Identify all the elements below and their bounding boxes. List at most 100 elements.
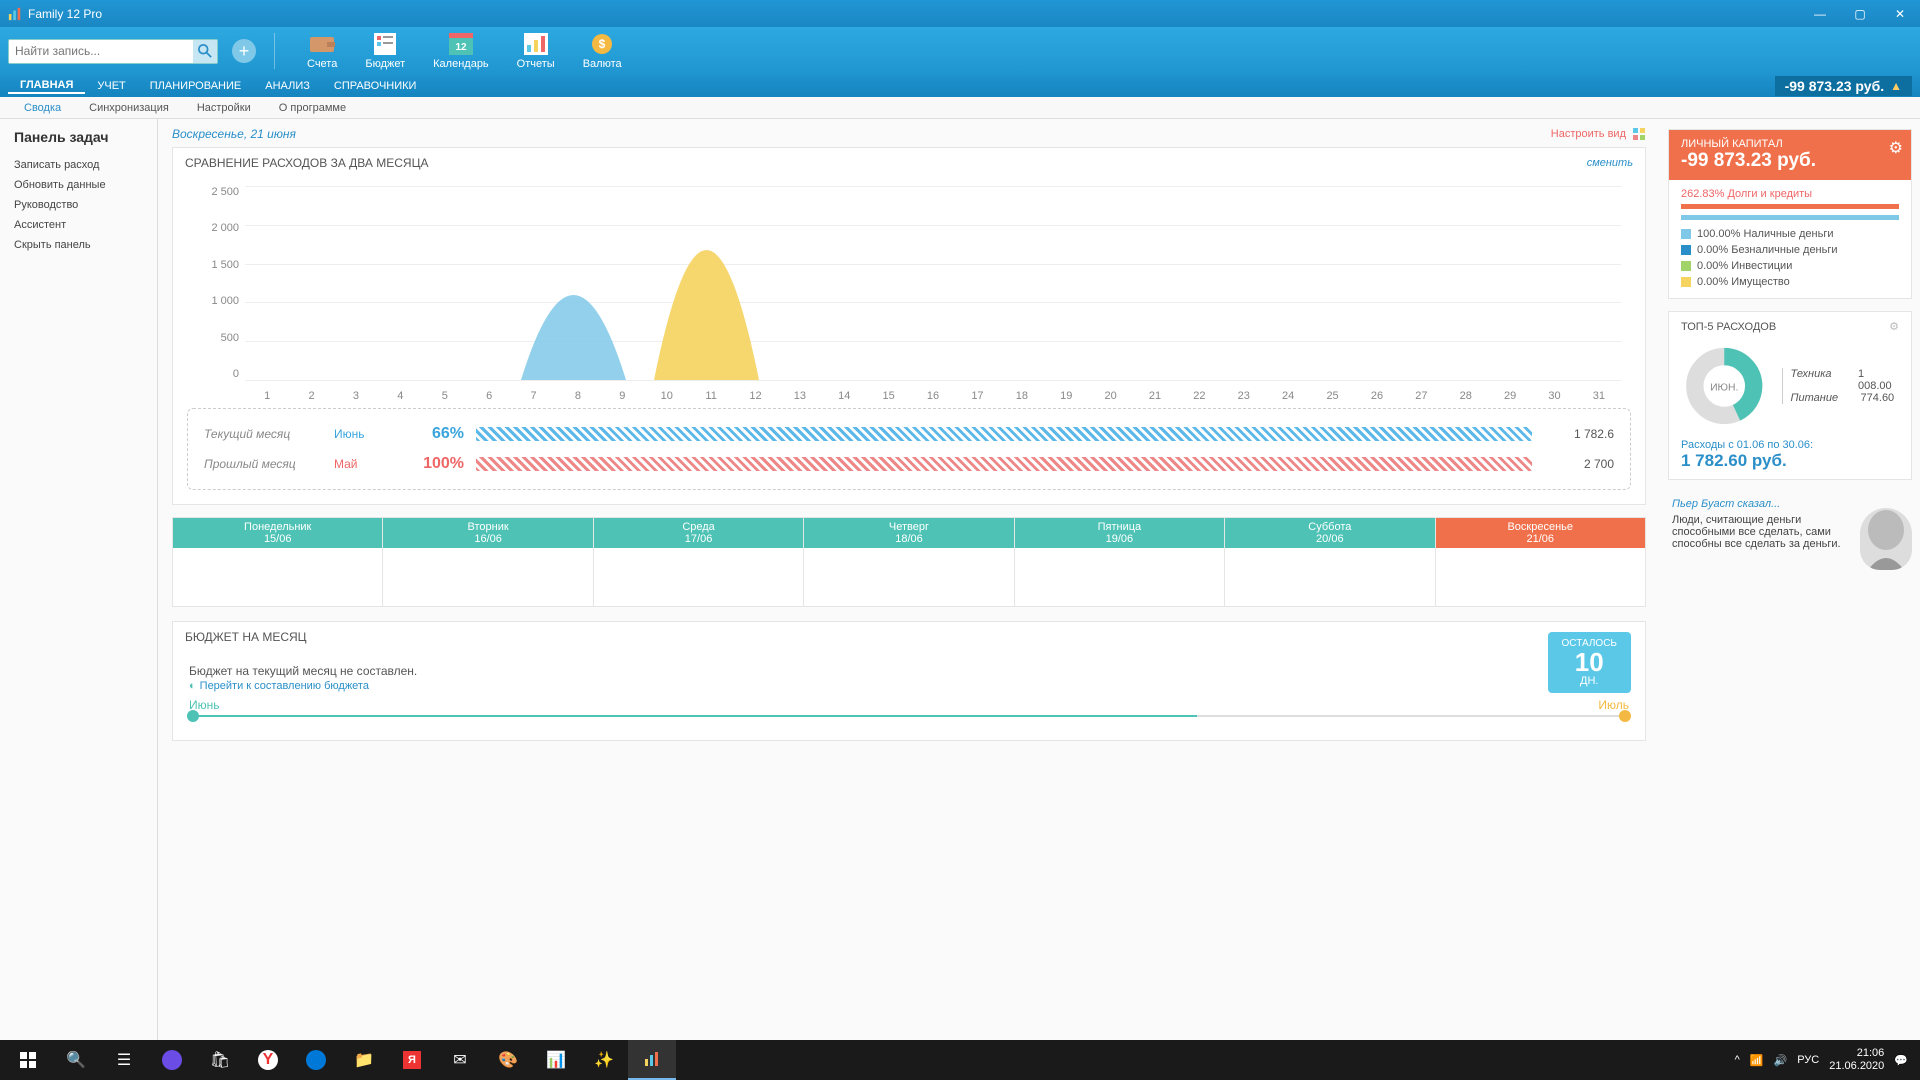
date-header: Воскресенье, 21 июня <box>172 127 1646 141</box>
tool-calendar[interactable]: 12Календарь <box>433 32 489 70</box>
volume-icon[interactable]: 🔊 <box>1774 1054 1788 1067</box>
days-remaining: ОСТАЛОСЬ 10 ДН. <box>1548 632 1631 693</box>
panel-title: СРАВНЕНИЕ РАСХОДОВ ЗА ДВА МЕСЯЦА <box>185 156 428 170</box>
task-refresh[interactable]: Обновить данные <box>14 175 143 195</box>
tray-lang[interactable]: РУС <box>1797 1054 1819 1066</box>
day-cell[interactable]: Пятница19/06 <box>1015 518 1225 606</box>
capital-card: ЛИЧНЫЙ КАПИТАЛ -99 873.23 руб. ⚙ 262.83%… <box>1668 129 1912 299</box>
toolbar: + Счета Бюджет 12Календарь Отчеты $Валют… <box>0 27 1920 75</box>
chart-series-june <box>521 260 626 380</box>
budget-icon <box>371 32 399 56</box>
donut-chart: ИЮН. <box>1681 341 1768 431</box>
submenu-summary[interactable]: Сводка <box>10 102 75 114</box>
yandex-icon[interactable]: Y <box>244 1040 292 1080</box>
sub-menu: Сводка Синхронизация Настройки О програм… <box>0 97 1920 119</box>
chart: 2 5002 0001 5001 0005000 123456789101112… <box>173 178 1645 408</box>
expenses-compare-panel: СРАВНЕНИЕ РАСХОДОВ ЗА ДВА МЕСЯЦАсменить … <box>172 147 1646 505</box>
quote-card: Пьер Буаст сказал... Люди, считающие ден… <box>1668 492 1912 556</box>
day-cell[interactable]: Воскресенье21/06 <box>1436 518 1645 606</box>
task-panel-title: Панель задач <box>14 129 143 145</box>
maximize-button[interactable]: ▢ <box>1840 0 1880 27</box>
search-taskbar[interactable]: 🔍 <box>52 1040 100 1080</box>
svg-text:$: $ <box>599 37 606 51</box>
budget-title: БЮДЖЕТ НА МЕСЯЦ <box>185 630 307 644</box>
top5-card: ТОП-5 РАСХОДОВ⚙ ИЮН. Техника1 008.00Пита… <box>1668 311 1912 480</box>
warning-icon: ▲ <box>1890 79 1902 93</box>
month-progress: Июнь Июль <box>189 704 1629 728</box>
app-star[interactable]: ✨ <box>580 1040 628 1080</box>
task-hide-panel[interactable]: Скрыть панель <box>14 235 143 255</box>
change-link[interactable]: сменить <box>1587 157 1633 169</box>
explorer-icon[interactable]: 📁 <box>340 1040 388 1080</box>
budget-create-link[interactable]: ◐Перейти к составлению бюджета <box>189 680 1629 692</box>
submenu-sync[interactable]: Синхронизация <box>75 102 183 114</box>
menu-references[interactable]: СПРАВОЧНИКИ <box>322 80 429 92</box>
tray-chevron-icon[interactable]: ^ <box>1735 1054 1740 1066</box>
close-button[interactable]: ✕ <box>1880 0 1920 27</box>
currency-icon: $ <box>588 32 616 56</box>
tray-clock[interactable]: 21:0621.06.2020 <box>1829 1047 1884 1073</box>
app-logo-icon <box>8 7 22 21</box>
config-icon <box>1632 127 1646 141</box>
windows-taskbar: 🔍 ☰ 🛍 Y 📁 Я ✉ 🎨 📊 ✨ ^ 📶 🔊 РУС 21:0621.06… <box>0 1040 1920 1080</box>
day-cell[interactable]: Вторник16/06 <box>383 518 593 606</box>
gear-icon[interactable]: ⚙ <box>1889 138 1903 158</box>
task-assistant[interactable]: Ассистент <box>14 215 143 235</box>
day-cell[interactable]: Среда17/06 <box>594 518 804 606</box>
day-cell[interactable]: Суббота20/06 <box>1225 518 1435 606</box>
wifi-icon[interactable]: 📶 <box>1750 1054 1764 1067</box>
top-balance: -99 873.23 руб.▲ <box>1775 76 1912 96</box>
tool-accounts[interactable]: Счета <box>307 32 337 70</box>
notifications-icon[interactable]: 💬 <box>1894 1054 1908 1067</box>
minimize-button[interactable]: — <box>1800 0 1840 27</box>
reports-icon <box>522 32 550 56</box>
menu-analysis[interactable]: АНАЛИЗ <box>253 80 322 92</box>
add-button[interactable]: + <box>232 39 256 63</box>
menu-planning[interactable]: ПЛАНИРОВАНИЕ <box>138 80 253 92</box>
store-icon[interactable]: 🛍 <box>196 1040 244 1080</box>
task-panel: Панель задач Записать расход Обновить да… <box>0 119 158 1055</box>
app-1[interactable] <box>148 1040 196 1080</box>
submenu-settings[interactable]: Настройки <box>183 102 265 114</box>
menu-accounting[interactable]: УЧЕТ <box>85 80 137 92</box>
budget-panel: БЮДЖЕТ НА МЕСЯЦ ОСТАЛОСЬ 10 ДН. Бюджет н… <box>172 621 1646 741</box>
task-guide[interactable]: Руководство <box>14 195 143 215</box>
main-area: Воскресенье, 21 июня Настроить вид СРАВН… <box>158 119 1660 1055</box>
submenu-about[interactable]: О программе <box>265 102 360 114</box>
configure-view-link[interactable]: Настроить вид <box>1551 127 1646 141</box>
workspace: Панель задач Записать расход Обновить да… <box>0 119 1920 1055</box>
edge-icon[interactable] <box>292 1040 340 1080</box>
budget-message: Бюджет на текущий месяц не составлен. <box>189 664 1629 678</box>
day-cell[interactable]: Четверг18/06 <box>804 518 1014 606</box>
tool-reports[interactable]: Отчеты <box>517 32 555 70</box>
calendar-icon: 12 <box>447 32 475 56</box>
svg-text:12: 12 <box>455 42 467 53</box>
paint-icon[interactable]: 🎨 <box>484 1040 532 1080</box>
family-app-taskbar[interactable] <box>628 1040 676 1080</box>
app-g[interactable]: 📊 <box>532 1040 580 1080</box>
main-menu: ГЛАВНАЯ УЧЕТ ПЛАНИРОВАНИЕ АНАЛИЗ СПРАВОЧ… <box>0 75 1920 97</box>
menu-main[interactable]: ГЛАВНАЯ <box>8 79 85 94</box>
day-cell[interactable]: Понедельник15/06 <box>173 518 383 606</box>
app-title: Family 12 Pro <box>28 7 102 21</box>
task-view[interactable]: ☰ <box>100 1040 148 1080</box>
separator <box>274 33 275 69</box>
debt-line: 262.83% Долги и кредиты <box>1681 188 1899 200</box>
app-y2[interactable]: Я <box>388 1040 436 1080</box>
tool-currency[interactable]: $Валюта <box>583 32 622 70</box>
title-bar: Family 12 Pro — ▢ ✕ <box>0 0 1920 27</box>
mail-icon[interactable]: ✉ <box>436 1040 484 1080</box>
search-button[interactable] <box>193 40 217 63</box>
search-input[interactable] <box>9 44 193 58</box>
chart-series-may <box>654 200 759 380</box>
system-tray: ^ 📶 🔊 РУС 21:0621.06.2020 💬 <box>1735 1047 1916 1073</box>
start-button[interactable] <box>4 1040 52 1080</box>
gear-icon[interactable]: ⚙ <box>1889 320 1899 333</box>
right-sidebar: ЛИЧНЫЙ КАПИТАЛ -99 873.23 руб. ⚙ 262.83%… <box>1660 119 1920 1055</box>
portrait-icon <box>1860 508 1912 570</box>
search-box <box>8 39 218 64</box>
week-grid: Понедельник15/06Вторник16/06Среда17/06Че… <box>172 517 1646 607</box>
tool-budget[interactable]: Бюджет <box>365 32 405 70</box>
task-record-expense[interactable]: Записать расход <box>14 155 143 175</box>
svg-text:ИЮН.: ИЮН. <box>1710 382 1738 393</box>
